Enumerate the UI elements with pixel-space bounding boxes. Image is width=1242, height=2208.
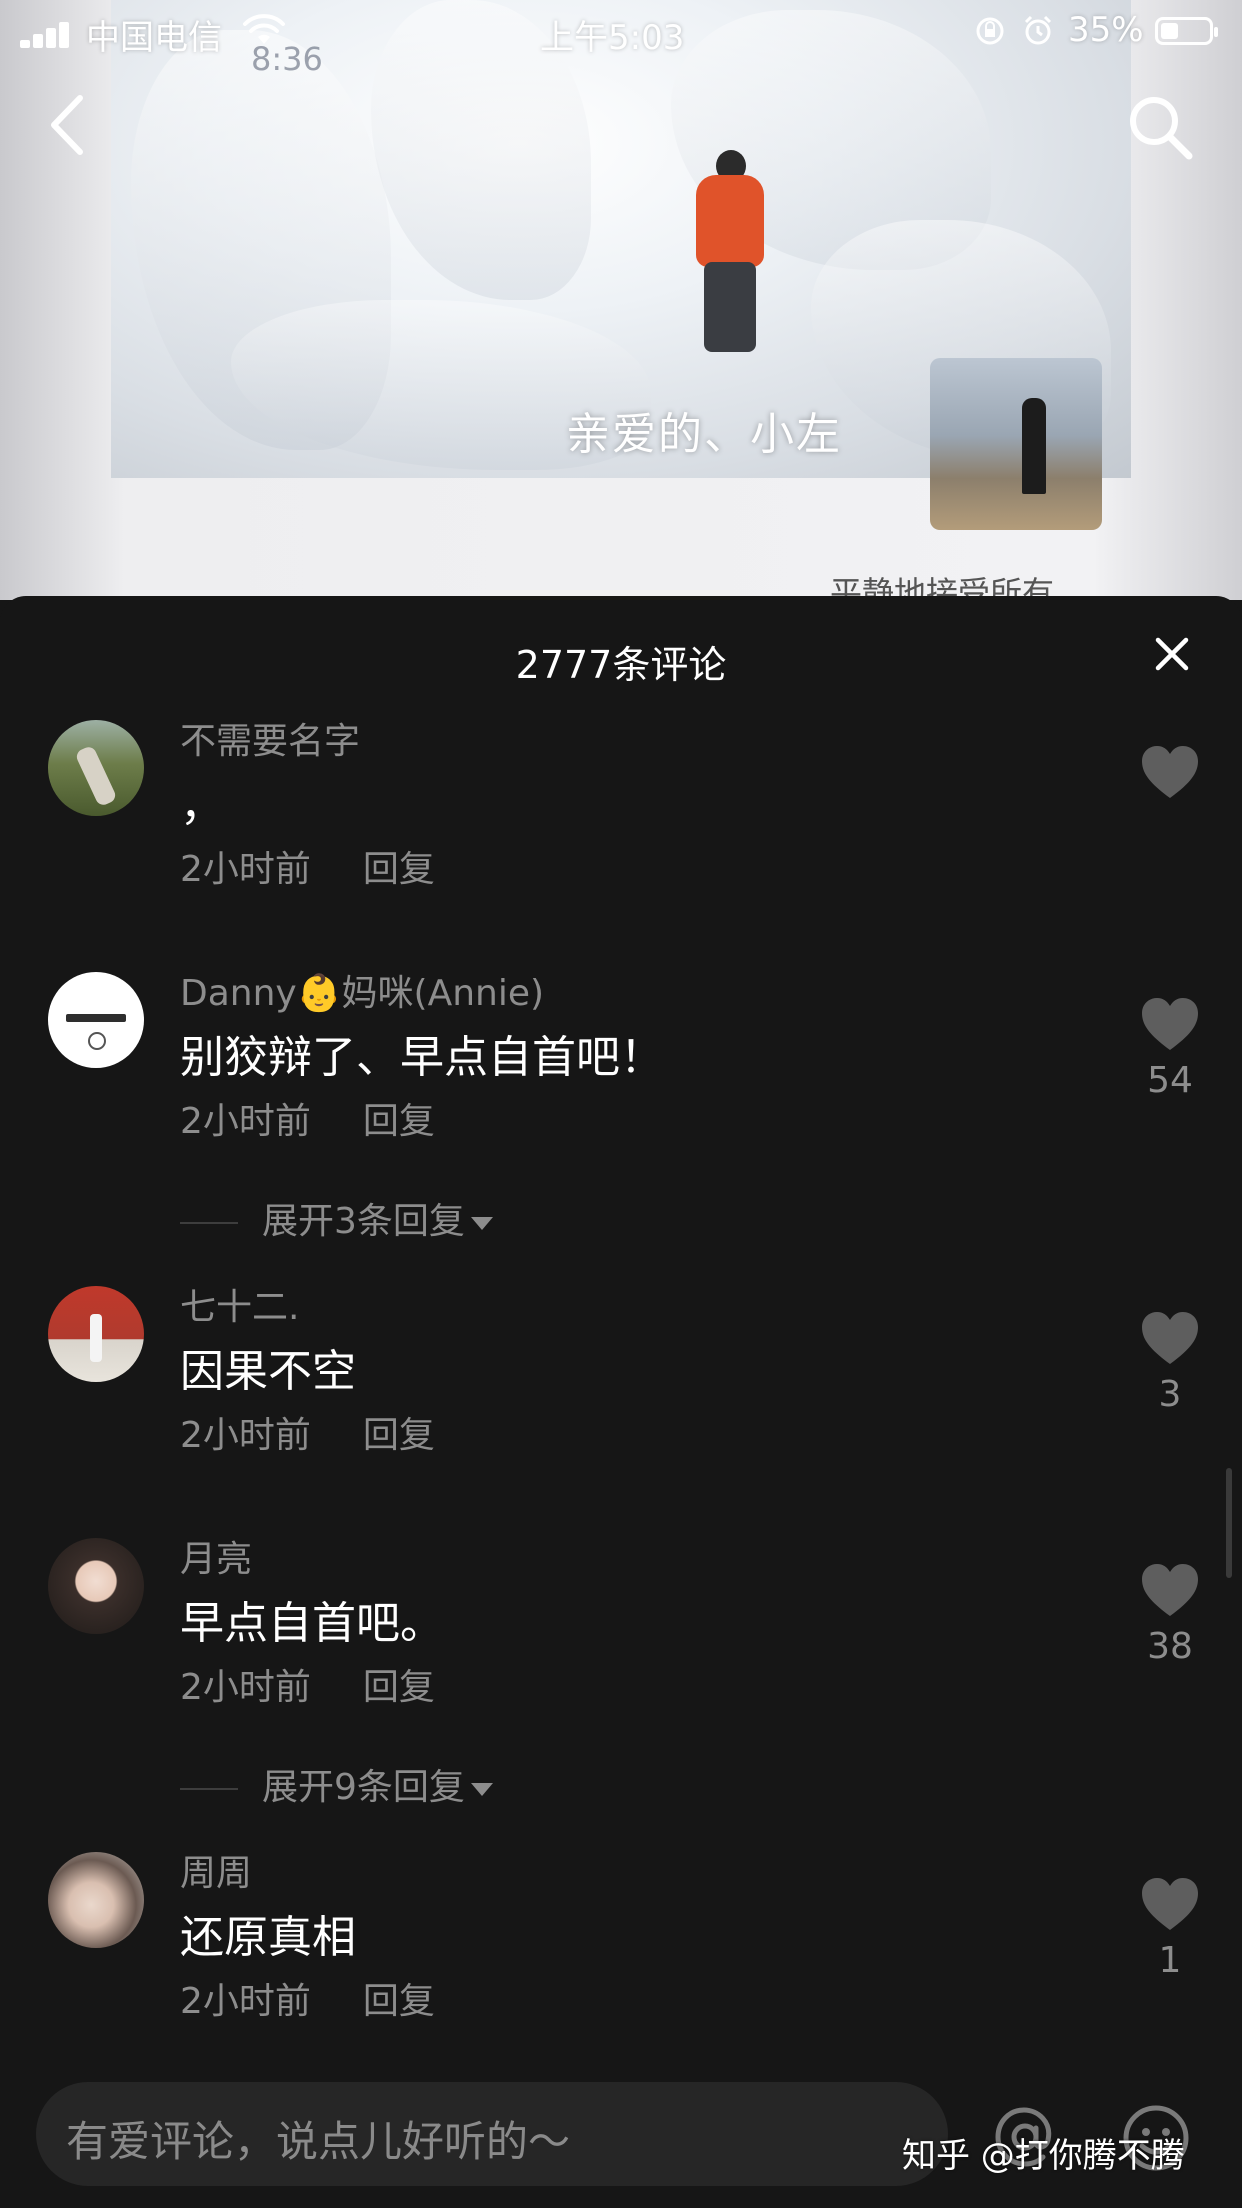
caret-down-icon: [470, 1216, 493, 1230]
search-icon[interactable]: [1125, 92, 1195, 162]
heart-icon[interactable]: [1140, 744, 1200, 800]
carrier-name: 中国电信: [86, 18, 222, 58]
like-count: 54: [1147, 1060, 1193, 1101]
comment-input[interactable]: 有爱评论，说点儿好听的～: [36, 2082, 948, 2186]
status-bar: 中国电信 上午5:03 35%: [0, 0, 1242, 64]
comments-count-title: 2777条评论: [515, 643, 727, 687]
avatar[interactable]: [48, 1286, 144, 1382]
comment-meta: 2小时前 回复: [180, 1414, 435, 1458]
signal-icon: [20, 20, 80, 48]
avatar[interactable]: [48, 720, 144, 816]
comment-text: 因果不空: [180, 1346, 356, 1397]
comment-input-placeholder: 有爱评论，说点儿好听的～: [66, 2117, 571, 2166]
video-thumbnail[interactable]: [930, 358, 1102, 530]
reply-button[interactable]: 回复: [363, 1981, 435, 2022]
avatar[interactable]: [48, 1852, 144, 1948]
video-area[interactable]: 8:36 亲爱的、小左 平静地接受所有: [0, 0, 1242, 600]
video-caption: 亲爱的、小左: [566, 409, 842, 460]
comments-panel: 2777条评论 不需要名字 ， 2小时前 回复 Danny👶妈咪(Annie) 别…: [0, 596, 1242, 2208]
comment-time: 2小时前: [180, 1415, 311, 1456]
heart-icon[interactable]: [1140, 996, 1200, 1052]
like-count: 38: [1147, 1626, 1193, 1667]
wifi-icon: [243, 14, 285, 44]
climber-figure: [696, 175, 764, 267]
climber-figure: [704, 262, 756, 352]
comment-meta: 2小时前 回复: [180, 1666, 435, 1710]
heart-icon[interactable]: [1140, 1310, 1200, 1366]
comment-time: 2小时前: [180, 1101, 311, 1142]
heart-icon[interactable]: [1140, 1562, 1200, 1618]
reply-button[interactable]: 回复: [363, 1101, 435, 1142]
comment-time: 2小时前: [180, 1981, 311, 2022]
comment-text: 别狡辩了、早点自首吧！: [180, 1032, 664, 1083]
comment-username[interactable]: 周周: [180, 1852, 252, 1896]
expand-replies-label: 展开3条回复: [262, 1201, 465, 1242]
comment-username[interactable]: 月亮: [180, 1538, 252, 1582]
heart-icon[interactable]: [1140, 1876, 1200, 1932]
expand-replies-label: 展开9条回复: [262, 1767, 465, 1808]
reply-button[interactable]: 回复: [363, 1667, 435, 1708]
comment-meta: 2小时前 回复: [180, 1980, 435, 2024]
comment-username[interactable]: Danny👶妈咪(Annie): [180, 972, 544, 1016]
alarm-icon: [1024, 15, 1052, 45]
scrollbar[interactable]: [1226, 1468, 1232, 1578]
comment-text: ，: [180, 780, 224, 831]
clock: 上午5:03: [540, 18, 685, 58]
caret-down-icon: [470, 1782, 493, 1796]
comment-username[interactable]: 七十二.: [180, 1286, 299, 1330]
like-count: 1: [1158, 1940, 1182, 1981]
battery-icon: [1155, 17, 1218, 45]
reply-button[interactable]: 回复: [363, 1415, 435, 1456]
comment-text: 早点自首吧。: [180, 1598, 444, 1649]
rotation-lock-icon: [976, 17, 1004, 45]
comment-username[interactable]: 不需要名字: [180, 720, 360, 764]
comment-meta: 2小时前 回复: [180, 848, 435, 892]
avatar[interactable]: [48, 972, 144, 1068]
back-arrow-icon[interactable]: [38, 90, 98, 160]
close-icon[interactable]: [1150, 632, 1194, 676]
battery-percent: 35%: [1068, 10, 1144, 50]
comment-text: 还原真相: [180, 1912, 356, 1963]
expand-replies-button[interactable]: 展开9条回复: [180, 1758, 493, 1810]
thumbnail-figure: [1022, 398, 1046, 494]
watermark: 知乎 @打你腾不腾: [902, 2136, 1185, 2176]
comment-time: 2小时前: [180, 1667, 311, 1708]
comment-meta: 2小时前 回复: [180, 1100, 435, 1144]
expand-replies-button[interactable]: 展开3条回复: [180, 1192, 493, 1244]
comment-time: 2小时前: [180, 849, 311, 890]
like-count: 3: [1158, 1374, 1182, 1415]
avatar[interactable]: [48, 1538, 144, 1634]
reply-button[interactable]: 回复: [363, 849, 435, 890]
